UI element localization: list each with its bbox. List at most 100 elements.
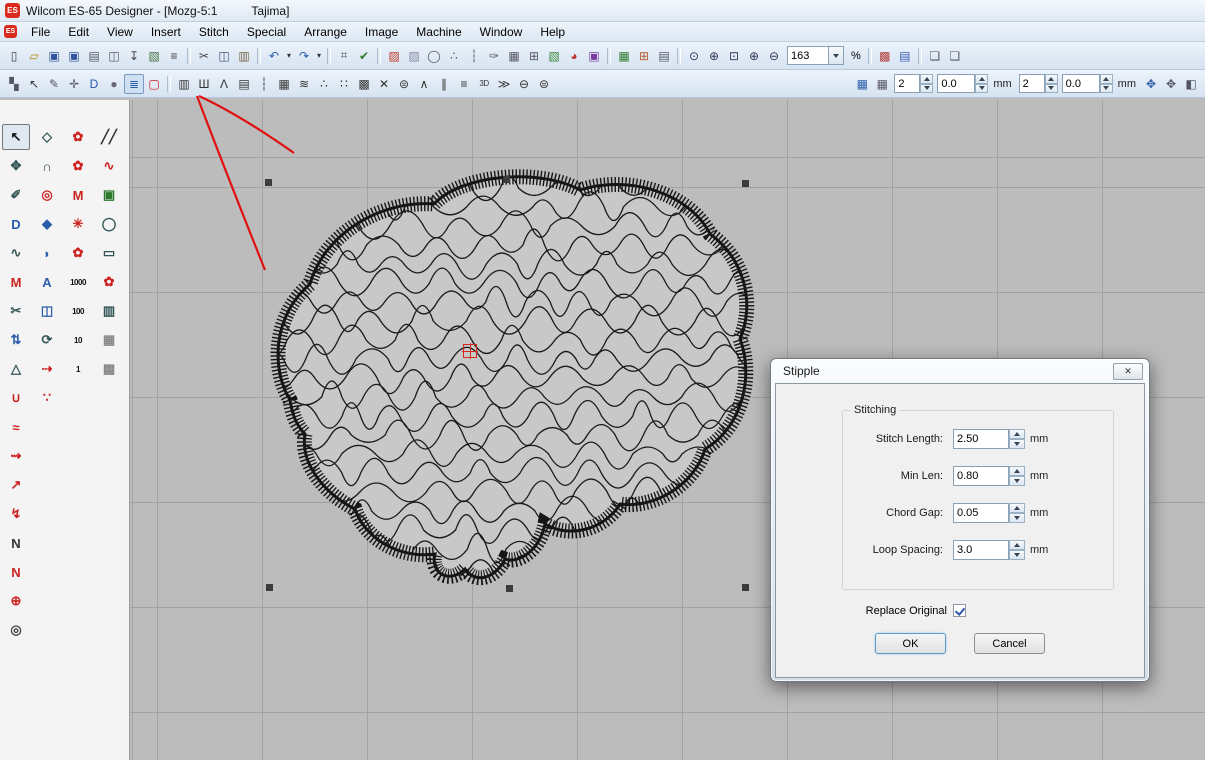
menu-stitch[interactable]: Stitch <box>191 23 237 41</box>
select-small-icon[interactable]: ↖ <box>24 74 44 94</box>
menu-view[interactable]: View <box>99 23 141 41</box>
cut-icon[interactable]: ✂ <box>194 46 214 66</box>
stipple-outline-icon[interactable]: ▢ <box>144 74 164 94</box>
satin-stitch-icon[interactable]: ▥ <box>174 74 194 94</box>
star-red-icon[interactable]: ✳ <box>64 211 92 237</box>
insert-table-icon[interactable]: ⊞ <box>524 46 544 66</box>
selection-handle[interactable] <box>266 584 273 591</box>
buddy-icon[interactable]: ◫ <box>33 298 61 324</box>
zoom-factor-icon[interactable]: ⊕ <box>704 46 724 66</box>
fan-tool-icon[interactable]: ∪ <box>2 385 30 411</box>
thread-palette-icon[interactable]: ▣ <box>584 46 604 66</box>
fill-dot-icon[interactable]: ● <box>104 74 124 94</box>
partial-edge-icon[interactable]: ◧ <box>1181 74 1201 94</box>
ellipse-tool-icon[interactable]: ◯ <box>95 211 123 237</box>
n-curve-icon[interactable]: N <box>2 530 30 556</box>
zoom-dropdown-button[interactable] <box>829 46 844 65</box>
menu-edit[interactable]: Edit <box>60 23 97 41</box>
parallel-stitch-icon[interactable]: ≡ <box>454 74 474 94</box>
feather-stitch-icon[interactable]: ≫ <box>494 74 514 94</box>
print-icon[interactable]: ▤ <box>84 46 104 66</box>
spin-up-button[interactable] <box>920 74 933 84</box>
selection-handle[interactable] <box>742 180 749 187</box>
dashed-arrow-icon[interactable]: ⇢ <box>33 356 61 382</box>
grid-major-input[interactable] <box>894 74 920 93</box>
pen-small-icon[interactable]: ✎ <box>44 74 64 94</box>
spin-up-button[interactable] <box>1100 74 1113 84</box>
curve-tool-icon[interactable]: ∿ <box>95 153 123 179</box>
cancel-button[interactable]: Cancel <box>974 633 1045 654</box>
color-film-icon[interactable]: ▤ <box>895 46 915 66</box>
snap-grid-icon[interactable]: ▦ <box>872 74 892 94</box>
shape-blue-icon[interactable]: ◆ <box>33 211 61 237</box>
print-preview-icon[interactable]: ◫ <box>104 46 124 66</box>
menu-special[interactable]: Special <box>239 23 294 41</box>
zoom-input[interactable] <box>787 46 829 65</box>
zigzag-red-icon[interactable]: M <box>64 182 92 208</box>
contour-fill-icon[interactable]: ◯ <box>424 46 444 66</box>
replace-original-checkbox[interactable] <box>953 604 966 617</box>
reference-grid-icon[interactable]: ▚ <box>4 74 24 94</box>
tatami-fill-icon[interactable]: ▨ <box>404 46 424 66</box>
selection-handle[interactable] <box>503 176 510 183</box>
e-stitch-icon[interactable]: Ш <box>194 74 214 94</box>
undo-dropdown-icon[interactable]: ▾ <box>284 46 294 66</box>
texture-fill-icon[interactable]: ▦ <box>95 327 123 353</box>
save-all-icon[interactable]: ▣ <box>64 46 84 66</box>
close-button[interactable]: ✕ <box>1113 363 1143 380</box>
spin-up-button[interactable] <box>1009 466 1025 476</box>
zigzag-stitch-icon[interactable]: Λ <box>214 74 234 94</box>
zoom-out-icon[interactable]: ⊖ <box>764 46 784 66</box>
tatami-stitch-icon[interactable]: ▤ <box>234 74 254 94</box>
outline-run-icon[interactable]: ┆ <box>464 46 484 66</box>
menu-insert[interactable]: Insert <box>143 23 189 41</box>
stipple-stitch-icon[interactable]: ∴ <box>314 74 334 94</box>
updown-arrow-icon[interactable]: ⇅ <box>2 327 30 353</box>
spin-down-button[interactable] <box>975 84 988 94</box>
arrow-run-icon[interactable]: ↗ <box>2 472 30 498</box>
digitize-d-icon[interactable]: D <box>84 74 104 94</box>
color-blend-icon[interactable]: ◕ <box>564 46 584 66</box>
zoom-tool-icon[interactable]: ⊙ <box>684 46 704 66</box>
reshape-tool-icon[interactable]: ✥ <box>2 153 30 179</box>
undo-icon[interactable]: ↶ <box>264 46 284 66</box>
selection-handle[interactable] <box>742 584 749 591</box>
stitch-net-icon[interactable]: ⌗ <box>334 46 354 66</box>
menu-window[interactable]: Window <box>472 23 531 41</box>
move-design-icon[interactable]: ✥ <box>1161 74 1181 94</box>
new-document-icon[interactable]: ▯ <box>4 46 24 66</box>
columns-icon[interactable]: ▥ <box>95 298 123 324</box>
dotted-path-icon[interactable]: ∵ <box>33 385 61 411</box>
wave-tool-icon[interactable]: ∿ <box>2 240 30 266</box>
density-1-icon[interactable]: 1 <box>64 356 92 382</box>
flower-motif-icon[interactable]: ✿ <box>95 269 123 295</box>
spin-up-button[interactable] <box>1045 74 1058 84</box>
spin-up-button[interactable] <box>1009 503 1025 513</box>
menu-file[interactable]: File <box>23 23 58 41</box>
spin-down-button[interactable] <box>920 84 933 94</box>
loop-spacing-input[interactable] <box>953 540 1009 560</box>
satin-fill-icon[interactable]: ▨ <box>384 46 404 66</box>
redo-dropdown-icon[interactable]: ▾ <box>314 46 324 66</box>
threed-effect-icon[interactable]: 3D <box>474 74 494 94</box>
insert-design-icon[interactable]: ▧ <box>144 46 164 66</box>
polygon-select-icon[interactable]: ◇ <box>33 124 61 150</box>
head-shape-icon[interactable]: ◗ <box>33 240 61 266</box>
cone-tool-icon[interactable]: △ <box>2 356 30 382</box>
spin-up-button[interactable] <box>1009 429 1025 439</box>
zoom-in-icon[interactable]: ⊕ <box>744 46 764 66</box>
spin-up-button[interactable] <box>1009 540 1025 550</box>
knife-tool-icon[interactable]: ✐ <box>2 182 30 208</box>
flower-small-icon[interactable]: ✿ <box>64 153 92 179</box>
fill-grid-icon[interactable]: ▦ <box>504 46 524 66</box>
menu-image[interactable]: Image <box>357 23 406 41</box>
spin-up-button[interactable] <box>975 74 988 84</box>
process-check-icon[interactable]: ✔ <box>354 46 374 66</box>
spin-down-button[interactable] <box>1009 476 1025 486</box>
redo-icon[interactable]: ↷ <box>294 46 314 66</box>
arc-tool-icon[interactable]: ∩ <box>33 153 61 179</box>
overlap-grid-icon[interactable]: ▦ <box>614 46 634 66</box>
spacing-major-input[interactable] <box>1019 74 1045 93</box>
rectangle-tool-icon[interactable]: ▭ <box>95 240 123 266</box>
save-icon[interactable]: ▣ <box>44 46 64 66</box>
